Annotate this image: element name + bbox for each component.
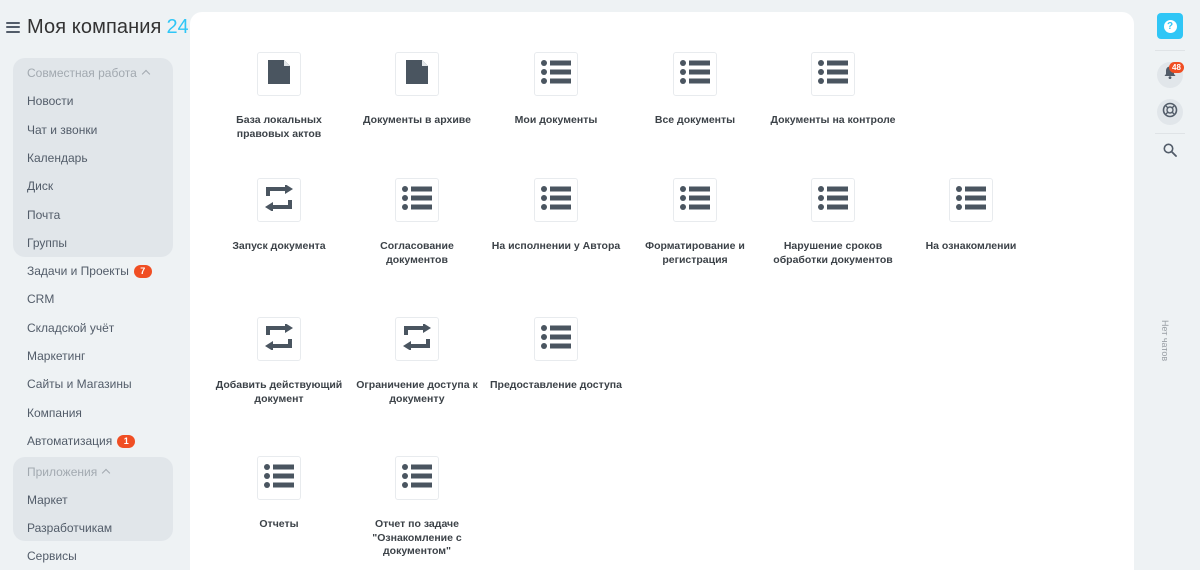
sidebar-item-news[interactable]: Новости (13, 87, 173, 115)
tile-formatting[interactable]: Форматирование и регистрация (620, 178, 770, 267)
left-sidebar: Моя компания 24 Совместная работа Новост… (0, 0, 188, 570)
chat-support-button[interactable] (1157, 99, 1183, 125)
sidebar-item-crm[interactable]: CRM (0, 285, 188, 313)
list-icon (818, 59, 848, 89)
sidebar-item-sites[interactable]: Сайты и Магазины (0, 370, 188, 398)
sidebar-item-tasks[interactable]: Задачи и Проекты 7 (0, 257, 188, 285)
tile-task-report[interactable]: Отчет по задаче "Ознакомление с документ… (342, 456, 492, 559)
sidebar-item-services[interactable]: Сервисы (0, 542, 188, 570)
process-icon (264, 183, 294, 216)
list-icon (956, 185, 986, 215)
sidebar-item-mail[interactable]: Почта (13, 201, 173, 229)
support-icon (1162, 102, 1178, 123)
help-button[interactable]: ? (1157, 13, 1183, 39)
apps-group: Приложения Маркет Разработчикам (13, 457, 173, 542)
brand: Моя компания 24 (6, 12, 188, 42)
list-icon (541, 185, 571, 215)
tile-restrict-access[interactable]: Ограничение доступа к документу (342, 317, 492, 406)
chevron-up-icon (101, 468, 111, 478)
process-icon (402, 322, 432, 355)
sidebar-item-inventory[interactable]: Складской учёт (0, 314, 188, 342)
sidebar-item-automation[interactable]: Автоматизация 1 (0, 427, 188, 455)
sidebar-item-marketing[interactable]: Маркетинг (0, 342, 188, 370)
company-name[interactable]: Моя компания (27, 16, 161, 39)
no-chats-label: Нет чатов (1160, 320, 1170, 362)
notifications-badge: 48 (1169, 62, 1184, 73)
search-button[interactable] (1161, 143, 1179, 161)
list-icon (402, 185, 432, 215)
document-icon (268, 59, 290, 89)
automation-counter-badge: 1 (117, 434, 136, 448)
list-icon (680, 185, 710, 215)
hamburger-menu-icon[interactable] (6, 21, 20, 33)
list-icon (680, 59, 710, 89)
tile-familiarization[interactable]: На ознакомлении (896, 178, 1046, 254)
tile-controlled-docs[interactable]: Документы на контроле (758, 52, 908, 128)
tasks-counter-badge: 7 (133, 264, 152, 278)
sidebar-item-disk[interactable]: Диск (13, 172, 173, 200)
apps-group-title: Приложения (27, 464, 98, 479)
list-icon (818, 185, 848, 215)
list-icon (264, 463, 294, 493)
collab-group: Совместная работа Новости Чат и звонки К… (13, 58, 173, 257)
search-icon (1163, 143, 1177, 162)
sidebar-item-calendar[interactable]: Календарь (13, 144, 173, 172)
tile-local-acts[interactable]: База локальных правовых актов (204, 52, 354, 141)
process-icon (264, 322, 294, 355)
collab-group-header[interactable]: Совместная работа (13, 58, 173, 87)
list-icon (541, 59, 571, 89)
sidebar-item-market[interactable]: Маркет (13, 486, 173, 514)
tile-deadline-violations[interactable]: Нарушение сроков обработки документов (758, 178, 908, 267)
sidebar-item-developers[interactable]: Разработчикам (13, 514, 173, 541)
collab-group-title: Совместная работа (27, 65, 137, 80)
tile-all-docs[interactable]: Все документы (620, 52, 770, 128)
sidebar-item-chat[interactable]: Чат и звонки (13, 115, 173, 143)
rail-divider (1155, 50, 1185, 51)
tile-reports[interactable]: Отчеты (204, 456, 354, 532)
company-suffix: 24 (166, 15, 188, 38)
tile-archive[interactable]: Документы в архиве (342, 52, 492, 128)
tile-my-docs[interactable]: Мои документы (481, 52, 631, 128)
tile-grant-access[interactable]: Предоставление доступа (481, 317, 631, 393)
tile-approval[interactable]: Согласование документов (342, 178, 492, 267)
rail-divider (1155, 133, 1185, 134)
chevron-up-icon (141, 69, 151, 79)
document-icon (406, 59, 428, 89)
sidebar-item-groups[interactable]: Группы (13, 229, 173, 257)
help-icon: ? (1163, 19, 1177, 33)
sidebar-item-company[interactable]: Компания (0, 399, 188, 427)
tile-author-execution[interactable]: На исполнении у Автора (481, 178, 631, 254)
tile-add-existing-doc[interactable]: Добавить действующий документ (204, 317, 354, 406)
list-icon (402, 463, 432, 493)
tile-launch-doc[interactable]: Запуск документа (204, 178, 354, 254)
list-icon (541, 324, 571, 354)
apps-group-header[interactable]: Приложения (13, 457, 173, 486)
right-rail: ? 48 Нет чатов (1148, 0, 1200, 570)
main-content: База локальных правовых актов Документы … (190, 12, 1134, 570)
